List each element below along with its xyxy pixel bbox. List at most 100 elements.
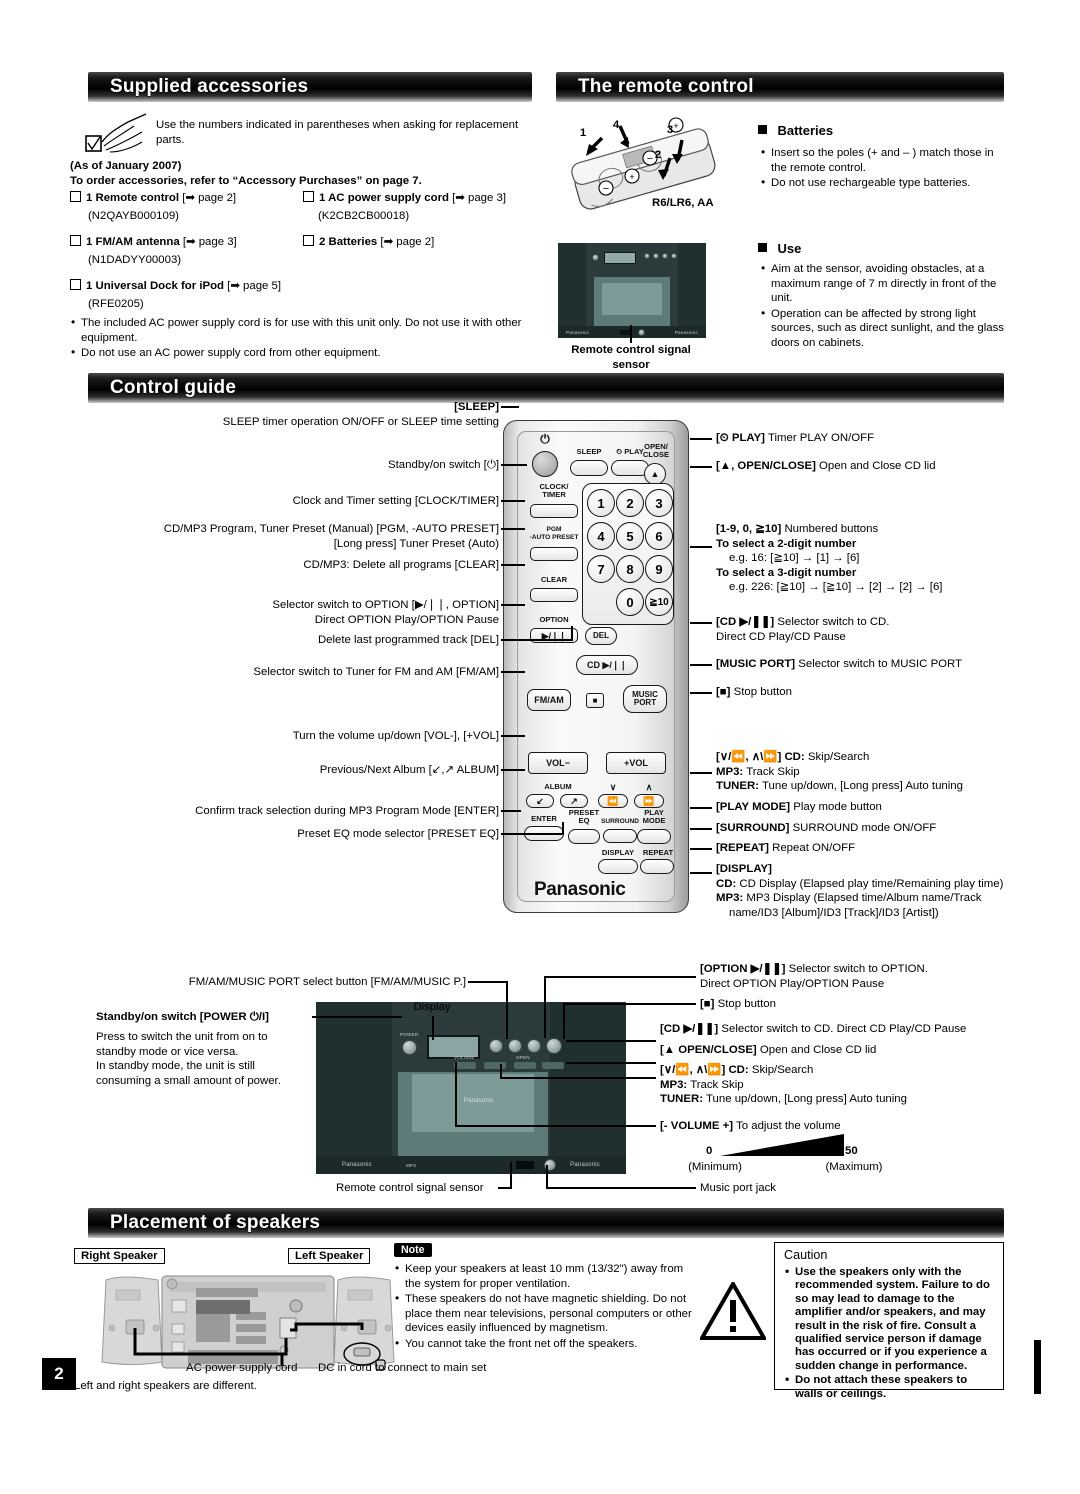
label-fm-am: Selector switch to Tuner for FM and AM [… [253, 666, 499, 678]
leader-line [690, 466, 712, 468]
remote-number-3[interactable]: 3 [645, 489, 673, 517]
label-open-close: [▲, OPEN/CLOSE] Open and Close CD lid [716, 460, 936, 472]
accessory-part-remote-control: (N2QAYB000109) [88, 210, 179, 222]
remote-music-port-button[interactable]: MUSIC PORT [623, 685, 667, 713]
remote-open-close-button[interactable]: ▲ [644, 463, 666, 485]
accessory-part-ac-cord: (K2CB2CB00018) [318, 210, 410, 222]
remote-number-7[interactable]: 7 [587, 555, 615, 583]
leader-line [571, 626, 573, 640]
remote-album-next-button[interactable]: ↗ [560, 794, 588, 808]
label-ac-power-cord: AC power supply cord [186, 1362, 298, 1374]
remote-number-0[interactable]: 0 [616, 588, 644, 616]
leader-line [690, 807, 712, 809]
remote-clear-button[interactable] [530, 588, 578, 602]
label-display: [DISPLAY] CD: CD Display (Elapsed play t… [716, 862, 1011, 920]
label-sleep-sub: SLEEP timer operation ON/OFF or SLEEP ti… [222, 416, 499, 428]
list-item: Aim at the sensor, avoiding obstacles, a… [760, 261, 1008, 306]
supplied-order-line: To order accessories, refer to “Accessor… [70, 175, 422, 187]
remote-standby-button[interactable] [532, 451, 558, 477]
accessory-checkbox[interactable] [303, 235, 314, 246]
remote-skip-next-button[interactable]: ⏩ [634, 794, 664, 808]
remote-cd-play-button[interactable]: CD ▶/❘❘ [576, 655, 638, 675]
label-pgm-auto-preset: CD/MP3 Program, Tuner Preset (Manual) [P… [163, 523, 499, 535]
label-music-port: [MUSIC PORT] Selector switch to MUSIC PO… [716, 658, 963, 670]
remote-sensor-caption: Remote control signal sensor [571, 344, 691, 371]
unit-fm-am-music-button[interactable] [489, 1039, 503, 1053]
remote-repeat-button[interactable] [640, 859, 674, 874]
leader-line [501, 406, 519, 408]
remote-preset-eq-button[interactable] [568, 829, 600, 844]
leader-line [501, 810, 521, 812]
remote-number-4[interactable]: 4 [587, 522, 615, 550]
batteries-list: Insert so the poles (+ and – ) match tho… [760, 145, 1004, 192]
remote-skip-prev-button[interactable]: ⏪ [598, 794, 628, 808]
remote-number-over10[interactable]: ≧10 [645, 588, 673, 616]
leader-line [501, 604, 525, 606]
label-unit-option: [OPTION ▶/❚❚] Selector switch to OPTION.… [700, 963, 928, 990]
volume-max-value: 50 [845, 1145, 858, 1157]
remote-number-2[interactable]: 2 [616, 489, 644, 517]
label-display-unit: Display [413, 1001, 451, 1013]
remote-surround-button[interactable] [603, 829, 637, 843]
remote-enter-label: ENTER [531, 814, 557, 823]
remote-album-prev-button[interactable]: ↙ [526, 794, 554, 808]
accessory-checkbox[interactable] [70, 279, 81, 290]
remote-fm-am-button[interactable]: FM/AM [527, 689, 571, 711]
unit-cd-play-button[interactable] [546, 1038, 562, 1054]
leader-line [501, 833, 563, 835]
accessory-checkbox[interactable] [303, 191, 314, 202]
label-unit-volume: [- VOLUME +] To adjust the volume [660, 1120, 841, 1132]
remote-pgm-auto-preset-button[interactable] [530, 547, 578, 561]
leader-line [501, 528, 525, 530]
supplied-intro: Use the numbers indicated in parentheses… [156, 119, 519, 146]
label-unit-cd-play: [CD ▶/❚❚] Selector switch to CD. Direct … [660, 1023, 967, 1035]
list-item: Operation can be affected by strong ligh… [760, 306, 1008, 351]
accessory-checkbox[interactable] [70, 191, 81, 202]
battery-callout-1: 1 [579, 127, 587, 139]
remote-control-title: The remote control [578, 76, 754, 97]
remote-number-9[interactable]: 9 [645, 555, 673, 583]
remote-clear-label: CLEAR [540, 575, 568, 584]
remote-del-button[interactable]: DEL [585, 627, 617, 645]
accessory-part-fm-am-antenna: (N1DADYY00003) [88, 254, 182, 266]
remote-clock-timer-button[interactable] [530, 504, 578, 518]
label-option-sub: Direct OPTION Play/OPTION Pause [314, 614, 499, 626]
volume-level-wedge [720, 1134, 844, 1156]
list-item: Do not use an AC power supply cord from … [70, 345, 540, 361]
label-surround: [SURROUND] SURROUND mode ON/OFF [716, 822, 937, 834]
accessory-item-remote-control: 1 Remote control [➡ page 2] [70, 191, 310, 206]
power-knob[interactable] [402, 1040, 417, 1055]
remote-number-6[interactable]: 6 [645, 522, 673, 550]
remote-display-button[interactable] [598, 859, 638, 874]
page-number: 2 [42, 1358, 76, 1390]
list-item: Use the speakers only with the recommend… [784, 1265, 998, 1373]
label-album: Previous/Next Album [↙,↗ ALBUM] [319, 764, 499, 776]
unit-option-button[interactable] [508, 1039, 522, 1053]
note-tag: Note [394, 1243, 432, 1257]
accessory-item-fm-am-antenna: 1 FM/AM antenna [➡ page 3] [70, 235, 310, 250]
remote-stop-button[interactable]: ■ [586, 693, 604, 708]
remote-number-5[interactable]: 5 [616, 522, 644, 550]
list-item: These speakers do not have magnetic shie… [394, 1291, 694, 1336]
remote-vol-plus-button[interactable]: +VOL [606, 752, 666, 774]
label-volume: Turn the volume up/down [VOL-], [+VOL] [292, 730, 499, 742]
square-bullet-icon [758, 125, 767, 134]
caution-list: Use the speakers only with the recommend… [784, 1265, 998, 1402]
supplied-accessories-header: Supplied accessories [88, 72, 532, 102]
accessory-checkbox[interactable] [70, 235, 81, 246]
remote-number-1[interactable]: 1 [587, 489, 615, 517]
label-play-mode: [PLAY MODE] Play mode button [716, 801, 882, 813]
svg-text:−: − [603, 183, 609, 195]
supplied-notes: The included AC power supply cord is for… [70, 315, 540, 362]
leader-line [501, 500, 525, 502]
remote-sleep-button[interactable] [570, 460, 608, 476]
unit-stop-button[interactable] [527, 1039, 541, 1053]
remote-play-mode-button[interactable] [637, 829, 671, 844]
label-3-digit: To select a 3-digit number [716, 566, 857, 579]
remote-number-8[interactable]: 8 [616, 555, 644, 583]
remote-vol-minus-button[interactable]: VOL− [528, 752, 588, 774]
leader-line [690, 546, 712, 548]
label-option: Selector switch to OPTION [▶/❘❘, OPTION] [272, 599, 499, 611]
sensor-leader-line [630, 325, 632, 343]
remote-repeat-label: REPEAT [642, 848, 674, 857]
